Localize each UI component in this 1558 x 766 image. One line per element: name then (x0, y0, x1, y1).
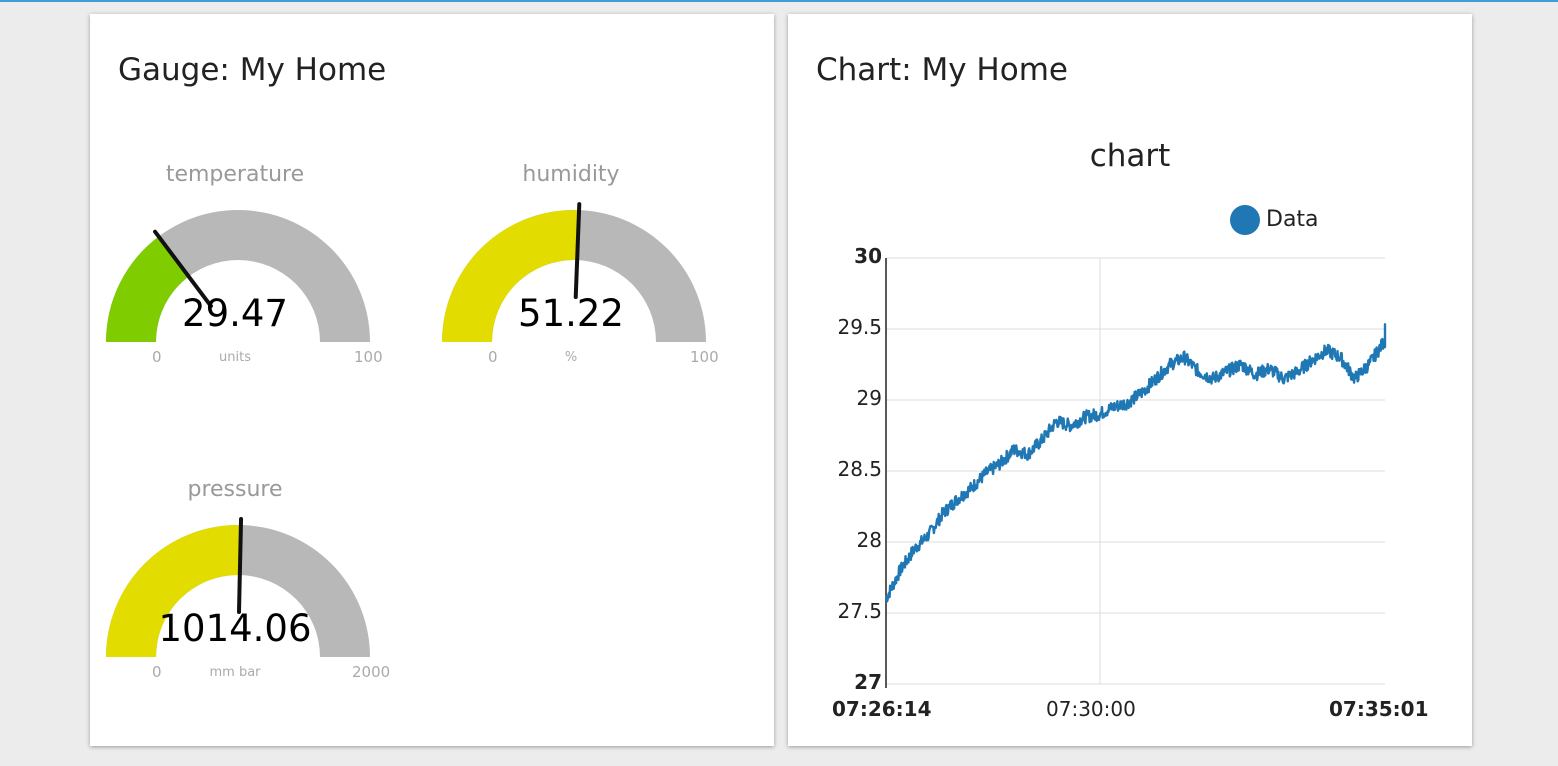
chart-plot (884, 257, 1387, 688)
chart-card: Chart: My Home chart Data 30 29.5 29 28.… (788, 14, 1472, 746)
gauge-max-label: 2000 (352, 663, 391, 681)
gauge-max-label: 100 (354, 348, 383, 366)
gauge-max-label: 100 (690, 348, 719, 366)
gauge-temperature: temperature 29.47 0 units 100 (90, 162, 383, 402)
series-line-data (884, 323, 1387, 603)
gauge-units: mm bar (209, 665, 261, 680)
gauge-dial (106, 517, 370, 657)
gauge-dial (442, 202, 706, 342)
top-accent-line (0, 0, 1558, 2)
gauge-card: Gauge: My Home temperature 29.47 0 units… (90, 14, 774, 746)
x-tick-label: 07:30:00 (1046, 697, 1136, 721)
gauge-units: % (564, 350, 578, 365)
x-tick-label: 07:26:14 (832, 697, 932, 721)
gauge-value: 29.47 (182, 292, 288, 335)
gauge-card-title: Gauge: My Home (118, 52, 387, 88)
gauge-value: 51.22 (518, 292, 624, 335)
gauge-needle (236, 517, 244, 615)
x-tick-label: 07:35:01 (1329, 697, 1429, 721)
gauge-dial (106, 210, 370, 342)
gauge-humidity: humidity 51.22 0 % 100 (426, 162, 719, 402)
gauge-units: units (219, 350, 251, 365)
gauge-pressure: pressure 1014.06 0 mm bar 2000 (90, 477, 390, 717)
gauge-value: 1014.06 (158, 607, 312, 650)
